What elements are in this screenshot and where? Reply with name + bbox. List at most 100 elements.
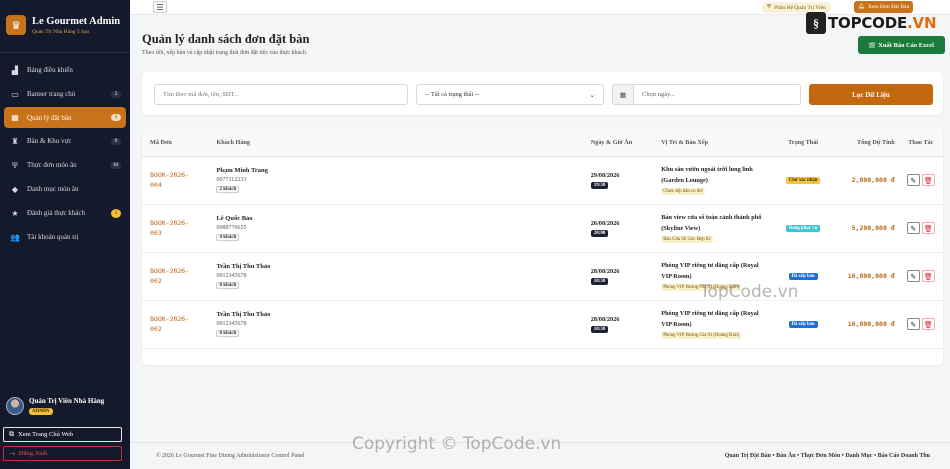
export-label: Xuất Báo Cáo Excel [878, 41, 934, 49]
col-header-datetime: Ngày & Giờ Ăn [586, 129, 658, 157]
profile-name: Quản Trị Viên Nhà Hàng [29, 397, 105, 405]
booking-time-badge: 20:00 [590, 229, 609, 237]
date-input[interactable]: Chọn ngày... [633, 84, 801, 105]
booking-code: BOOK-2026- 003 [142, 204, 213, 253]
position-text: Khu sân vườn ngoài trời lung linh (Garde… [661, 165, 753, 184]
chevron-down-icon: ⌄ [589, 91, 595, 99]
guest-count-badge: 2 khách [216, 186, 240, 193]
sidebar-item-3[interactable]: ♜ Bàn & Khu vực 9 [4, 130, 126, 152]
watermark-logo-a: TOPCODE [828, 14, 908, 32]
booking-date: 26/08/2026 [590, 219, 620, 227]
position-cell: Khu sân vườn ngoài trời lung linh (Garde… [657, 156, 770, 205]
table-row[interactable]: BOOK-2026- 002 Trần Thị Thu Thảo 0912345678… [142, 252, 943, 301]
table-row[interactable]: BOOK-2026- 004 Phạm Minh Trang 0977112233 2 … [142, 156, 943, 205]
admin-profile: Quản Trị Viên Nhà Hàng ADMIN [6, 397, 104, 415]
datetime-cell: 28/08/2026 18:30 [586, 300, 658, 349]
booking-date: 29/08/2026 [590, 171, 620, 179]
customer-phone: 0988776655 [216, 225, 247, 231]
booking-code-prefix: BOOK-2026- [150, 218, 190, 227]
booking-code: BOOK-2026- 002 [142, 252, 213, 301]
bookings-table: Mã Đơn Khách Hàng Ngày & Giờ Ăn Vị Trí &… [142, 129, 943, 349]
col-header-actions: Thao Tác [898, 129, 943, 157]
sidebar-item-label: Đánh giá thực khách [27, 209, 86, 217]
status-cell: Đang phục vụ [769, 204, 837, 253]
sidebar-item-1[interactable]: ▭ Banner trang chủ 3 [4, 83, 126, 105]
actions-cell: ✎ 🗑 [898, 156, 943, 205]
edit-icon[interactable]: ✎ [906, 174, 920, 186]
sidebar: ♛ Le Gourmet Admin Quản Trị Nhà Hàng 5 S… [0, 0, 130, 469]
search-input[interactable]: Tìm theo mã đơn, tên, SĐT... [154, 84, 408, 105]
sidebar-item-4[interactable]: Ψ Thực đơn món ăn 10 [4, 154, 126, 176]
users-icon: 👥 [10, 232, 20, 242]
customer-name: Trần Thị Thu Thảo [216, 311, 271, 318]
footer-copyright: © 2026 Le Gourmet Fine Dining Administra… [156, 453, 305, 459]
role-badge: ADMIN [29, 408, 53, 415]
sidebar-item-5[interactable]: ◆ Danh mục món ăn [4, 178, 126, 200]
count-badge: 3 [111, 90, 121, 98]
status-badge: Chờ xác nhận [785, 177, 821, 184]
filter-button[interactable]: Lọc Dữ Liệu [809, 84, 933, 105]
booking-code-number: 002 [150, 325, 162, 333]
sidebar-item-6[interactable]: ★ Đánh giá thực khách 3 [4, 202, 126, 224]
col-header-total: Tổng Dự Tính [836, 129, 899, 157]
calendar-icon: ▦ [11, 113, 19, 122]
bookings-table-card: Mã Đơn Khách Hàng Ngày & Giờ Ăn Vị Trí &… [142, 129, 943, 365]
customer-cell: Trần Thị Thu Thảo 0912345678 8 khách [212, 252, 587, 301]
table-assignment-badge: Bàn Cửa Sổ Góc Đẹp 02 [661, 236, 713, 244]
actions-cell: ✎ 🗑 [898, 300, 943, 349]
menu-toggle-icon[interactable]: ☰ [153, 1, 167, 13]
booking-date: 28/08/2026 [590, 315, 620, 323]
sidebar-item-0[interactable]: ▟ Bảng điều khiển [4, 59, 126, 81]
status-select-value: -- Tất cả trạng thái -- [425, 91, 480, 98]
brand-title: Le Gourmet Admin [32, 15, 121, 27]
count-badge: 4 [111, 114, 121, 121]
view-website-button[interactable]: ⧉ Xem Trang Chủ Web [3, 427, 122, 442]
topcode-watermark-logo: § TOPCODE.VN [806, 12, 937, 34]
trash-icon[interactable]: 🗑 [921, 222, 935, 234]
external-link-icon: ⧉ [9, 430, 14, 438]
sidebar-item-2[interactable]: ▦ Quản lý đặt bàn 4 [4, 107, 126, 128]
status-select[interactable]: -- Tất cả trạng thái -- ⌄ [416, 84, 604, 105]
page-subtitle: Theo dõi, xếp bàn và cập nhật trạng thái… [142, 50, 308, 56]
sidebar-item-7[interactable]: 👥 Tài khoản quản trị [4, 226, 126, 248]
trash-icon[interactable]: 🗑 [921, 270, 935, 282]
table-assignment-badge: Phòng VIP Hoàng Gia 01 (Hoàng Kim) [661, 332, 742, 340]
utensils-icon: Ψ [12, 160, 18, 170]
trash-icon[interactable]: 🗑 [921, 318, 935, 330]
edit-icon[interactable]: ✎ [906, 318, 920, 330]
export-excel-button[interactable]: ▤ Xuất Báo Cáo Excel [858, 36, 945, 54]
customer-name: Lê Quốc Bảo [216, 215, 253, 222]
actions-cell: ✎ 🗑 [898, 252, 943, 301]
sidebar-item-label: Danh mục món ăn [27, 185, 79, 193]
sidebar-item-label: Quản lý đặt bàn [27, 113, 72, 122]
sidebar-item-label: Bàn & Khu vực [27, 137, 72, 145]
guest-count-badge: 4 khách [216, 234, 240, 241]
table-row[interactable]: BOOK-2026- 002 Trần Thị Thu Thảo 0912345678… [142, 300, 943, 349]
footer-links: Quản Trị Đặt Bàn • Bàn Ăn • Thực Đơn Món… [724, 453, 930, 459]
datetime-cell: 26/08/2026 20:00 [586, 204, 658, 253]
customer-cell: Phạm Minh Trang 0977112233 2 khách [212, 156, 587, 205]
divider [0, 52, 130, 53]
image-icon: ▭ [11, 89, 19, 99]
trash-icon[interactable]: 🗑 [921, 174, 935, 186]
brand-subtitle: Quản Trị Nhà Hàng 5 Sao [32, 28, 90, 35]
booking-code: BOOK-2026- 002 [142, 300, 213, 349]
booking-time-badge: 18:30 [590, 325, 609, 333]
edit-icon[interactable]: ✎ [906, 222, 920, 234]
datetime-cell: 28/08/2026 18:30 [586, 252, 658, 301]
edit-icon[interactable]: ✎ [906, 270, 920, 282]
logout-button[interactable]: ⇥ Đăng Xuất [3, 446, 122, 461]
count-badge: 10 [110, 161, 121, 169]
position-text: Phòng VIP riêng tư đẳng cấp (Royal VIP R… [661, 261, 759, 280]
sidebar-item-label: Tài khoản quản trị [27, 233, 79, 241]
col-header-status: Trạng Thái [769, 129, 837, 157]
booking-code-number: 003 [150, 229, 162, 237]
status-badge: Đã xếp bàn [788, 321, 818, 328]
brand: ♛ Le Gourmet Admin Quản Trị Nhà Hàng 5 S… [0, 0, 130, 40]
page-title: Quản lý danh sách đơn đặt bàn [142, 32, 310, 46]
calendar-icon[interactable]: ▦ [612, 84, 634, 105]
col-header-code: Mã Đơn [142, 129, 213, 157]
total-amount: 16,800,000 đ [836, 300, 899, 349]
chair-icon: ♜ [11, 136, 19, 146]
table-row[interactable]: BOOK-2026- 003 Lê Quốc Bảo 0988776655 4 khác… [142, 204, 943, 253]
